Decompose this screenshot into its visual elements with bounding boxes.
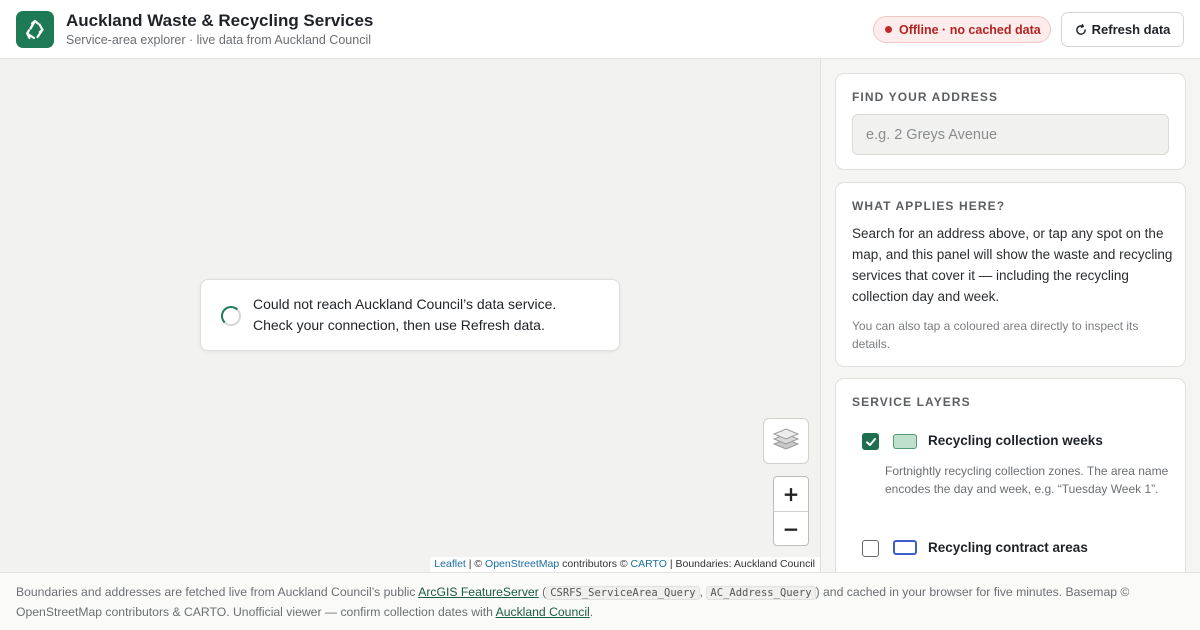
zoom-in-button[interactable]: + xyxy=(774,477,808,511)
find-address-card: FIND YOUR ADDRESS xyxy=(835,73,1186,170)
recycling-weeks-label[interactable]: Recycling collection weeks xyxy=(928,433,1103,448)
what-applies-description: Search for an address above, or tap any … xyxy=(852,226,1173,304)
sidebar-panel: FIND YOUR ADDRESS WHAT APPLIES HERE? Sea… xyxy=(821,59,1200,572)
address-query-code: AC_Address_Query xyxy=(706,586,816,600)
auckland-council-link[interactable]: Auckland Council xyxy=(496,605,590,619)
offline-dot-icon xyxy=(885,26,892,33)
recycling-weeks-checkbox[interactable] xyxy=(862,433,879,450)
error-message-line-1: Could not reach Auckland Council’s data … xyxy=(253,296,557,312)
openstreetmap-link[interactable]: OpenStreetMap xyxy=(485,558,559,570)
recycling-weeks-description: Fortnightly recycling collection zones. … xyxy=(885,464,1169,496)
recycling-weeks-swatch xyxy=(893,434,917,449)
attribution-separator: | © xyxy=(465,558,486,570)
error-message-line-2: Check your connection, then use Refresh … xyxy=(253,317,545,333)
footer-text-5: . xyxy=(589,605,594,619)
refresh-icon xyxy=(1075,23,1087,36)
carto-link[interactable]: CARTO xyxy=(631,558,667,570)
service-layers-card: SERVICE LAYERS Recycling collection week… xyxy=(835,378,1186,572)
recycling-contract-areas-swatch xyxy=(893,540,917,555)
recycling-contract-areas-checkbox[interactable] xyxy=(862,540,879,557)
map-attribution: Leaflet | © OpenStreetMap contributors ©… xyxy=(430,557,820,572)
leaflet-link[interactable]: Leaflet xyxy=(434,558,466,570)
arcgis-featureserver-link[interactable]: ArcGIS FeatureServer xyxy=(418,585,539,599)
layer-switcher-button[interactable] xyxy=(763,418,809,464)
footer-text-1: Boundaries and addresses are fetched liv… xyxy=(16,585,419,599)
attribution-boundaries: | Boundaries: Auckland Council xyxy=(666,558,815,570)
service-area-query-code: CSRFS_ServiceArea_Query xyxy=(546,586,700,600)
status-text: Offline · no cached data xyxy=(899,22,1041,37)
zoom-control: + − xyxy=(773,476,809,546)
what-applies-card: WHAT APPLIES HERE? Search for an address… xyxy=(835,182,1186,367)
map-view[interactable]: Could not reach Auckland Council’s data … xyxy=(0,59,821,572)
service-layers-title: SERVICE LAYERS xyxy=(852,395,971,409)
app-subtitle: Service-area explorer · live data from A… xyxy=(66,33,371,47)
app-header: Auckland Waste & Recycling Services Serv… xyxy=(0,0,1200,59)
attribution-contributors: contributors © xyxy=(559,558,631,570)
recycle-icon xyxy=(16,11,54,48)
map-error-message: Could not reach Auckland Council’s data … xyxy=(200,279,620,351)
refresh-data-button[interactable]: Refresh data xyxy=(1061,12,1184,47)
recycling-contract-areas-label[interactable]: Recycling contract areas xyxy=(928,540,1088,555)
refresh-data-label: Refresh data xyxy=(1091,22,1171,37)
checkmark-icon xyxy=(865,437,876,446)
what-applies-note: You can also tap a coloured area directl… xyxy=(852,319,1139,351)
page-footer: Boundaries and addresses are fetched liv… xyxy=(0,572,1200,630)
zoom-out-button[interactable]: − xyxy=(774,511,808,545)
address-search-input[interactable] xyxy=(852,114,1169,155)
loading-spinner-icon xyxy=(221,306,241,326)
status-badge: Offline · no cached data xyxy=(873,16,1051,43)
layers-icon xyxy=(772,426,800,457)
what-applies-title: WHAT APPLIES HERE? xyxy=(852,199,1006,213)
app-title: Auckland Waste & Recycling Services xyxy=(66,11,374,30)
find-address-title: FIND YOUR ADDRESS xyxy=(852,90,999,104)
